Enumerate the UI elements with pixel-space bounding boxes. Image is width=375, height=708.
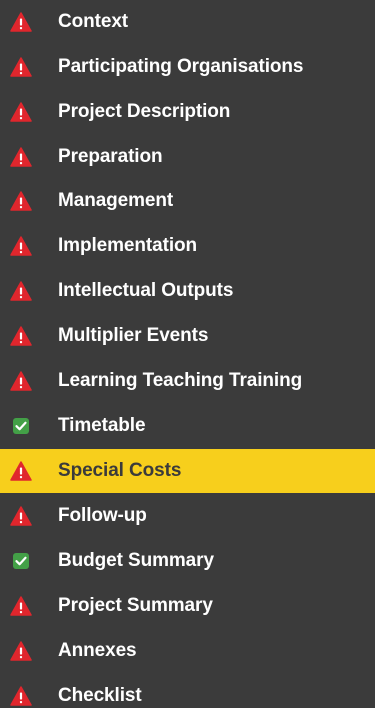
- warning-triangle-icon: [10, 461, 32, 481]
- nav-item-preparation[interactable]: Preparation: [0, 135, 375, 179]
- nav-item-budget-summary[interactable]: Budget Summary: [0, 539, 375, 583]
- warning-triangle-icon: [10, 57, 32, 77]
- warning-triangle-icon: [10, 236, 32, 256]
- nav-item-label: Management: [58, 190, 174, 211]
- nav-item-label: Participating Organisations: [58, 56, 304, 77]
- warning-triangle-icon: [10, 281, 32, 301]
- sidebar-nav: Context Participating Organisations Proj…: [0, 0, 375, 708]
- nav-item-label: Implementation: [58, 235, 198, 256]
- nav-item-label: Multiplier Events: [58, 325, 209, 346]
- nav-item-context[interactable]: Context: [0, 0, 375, 44]
- nav-item-label: Intellectual Outputs: [58, 280, 234, 301]
- nav-item-checklist[interactable]: Checklist: [0, 674, 375, 708]
- nav-item-label: Project Description: [58, 101, 231, 122]
- warning-triangle-icon: [10, 596, 32, 616]
- warning-triangle-icon: [10, 506, 32, 526]
- nav-item-label: Learning Teaching Training: [58, 370, 303, 391]
- warning-triangle-icon: [10, 191, 32, 211]
- nav-item-label: Budget Summary: [58, 550, 214, 571]
- nav-item-label: Follow-up: [58, 505, 147, 526]
- nav-item-management[interactable]: Management: [0, 179, 375, 223]
- nav-item-multiplier-events[interactable]: Multiplier Events: [0, 314, 375, 358]
- nav-item-timetable[interactable]: Timetable: [0, 404, 375, 448]
- nav-item-label: Special Costs: [58, 460, 182, 481]
- warning-triangle-icon: [10, 102, 32, 122]
- nav-item-annexes[interactable]: Annexes: [0, 629, 375, 673]
- nav-item-label: Annexes: [58, 640, 137, 661]
- checkbox-checked-icon: [10, 416, 32, 436]
- warning-triangle-icon: [10, 147, 32, 167]
- nav-item-special-costs[interactable]: Special Costs: [0, 449, 375, 493]
- nav-item-label: Context: [58, 11, 129, 32]
- nav-item-label: Checklist: [58, 685, 142, 706]
- nav-item-participating-organisations[interactable]: Participating Organisations: [0, 45, 375, 89]
- warning-triangle-icon: [10, 371, 32, 391]
- nav-item-learning-teaching-training[interactable]: Learning Teaching Training: [0, 359, 375, 403]
- nav-item-label: Project Summary: [58, 595, 213, 616]
- nav-item-label: Preparation: [58, 146, 163, 167]
- nav-item-project-summary[interactable]: Project Summary: [0, 584, 375, 628]
- warning-triangle-icon: [10, 12, 32, 32]
- checkbox-checked-icon: [10, 551, 32, 571]
- warning-triangle-icon: [10, 641, 32, 661]
- warning-triangle-icon: [10, 326, 32, 346]
- nav-item-implementation[interactable]: Implementation: [0, 224, 375, 268]
- nav-item-follow-up[interactable]: Follow-up: [0, 494, 375, 538]
- nav-item-intellectual-outputs[interactable]: Intellectual Outputs: [0, 269, 375, 313]
- warning-triangle-icon: [10, 686, 32, 706]
- nav-item-project-description[interactable]: Project Description: [0, 90, 375, 134]
- nav-item-label: Timetable: [58, 415, 146, 436]
